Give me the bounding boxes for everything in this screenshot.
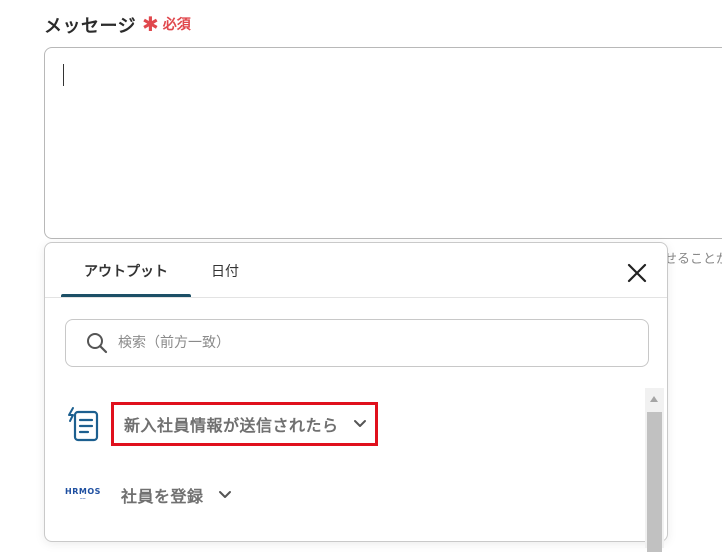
helper-text: せることが [664, 252, 722, 267]
highlighted-group-title[interactable]: 新入社員情報が送信されたら [111, 402, 378, 446]
search-input[interactable] [116, 334, 640, 352]
tab-output-label: アウトプット [84, 263, 168, 280]
chevron-down-icon [218, 491, 231, 498]
chevron-down-icon [353, 420, 366, 427]
required-text: 必須 [162, 17, 191, 33]
required-asterisk-icon: ✱ [142, 12, 159, 36]
tab-divider [45, 297, 667, 298]
output-group-register[interactable]: HRMOS ━━ 社員を登録 [65, 480, 232, 510]
text-caret [63, 64, 64, 86]
search-box[interactable] [65, 319, 649, 367]
form-trigger-icon [65, 406, 101, 442]
group-title-trigger: 新入社員情報が送信されたら [124, 416, 339, 435]
message-field-label: メッセージ [44, 16, 137, 37]
close-button[interactable] [625, 261, 649, 285]
tab-date-label: 日付 [211, 263, 239, 280]
search-icon [87, 333, 108, 354]
scroll-thumb[interactable] [647, 412, 662, 552]
output-picker-popover: アウトプット 日付 新入社員情報が送信されたら [44, 242, 668, 552]
tab-output[interactable]: アウトプット [61, 243, 191, 298]
scroll-up-arrow-icon[interactable] [650, 396, 658, 402]
group-title-register: 社員を登録 [121, 487, 204, 506]
tab-bar: アウトプット 日付 [61, 243, 239, 298]
tab-date[interactable]: 日付 [211, 243, 239, 298]
hrmos-logo: HRMOS ━━ [65, 487, 101, 502]
output-group-trigger[interactable]: 新入社員情報が送信されたら [65, 402, 378, 446]
message-textarea[interactable] [44, 47, 722, 239]
required-indicator: ✱ 必須 [142, 14, 191, 34]
scrollbar[interactable] [645, 388, 664, 552]
close-icon [627, 263, 647, 283]
